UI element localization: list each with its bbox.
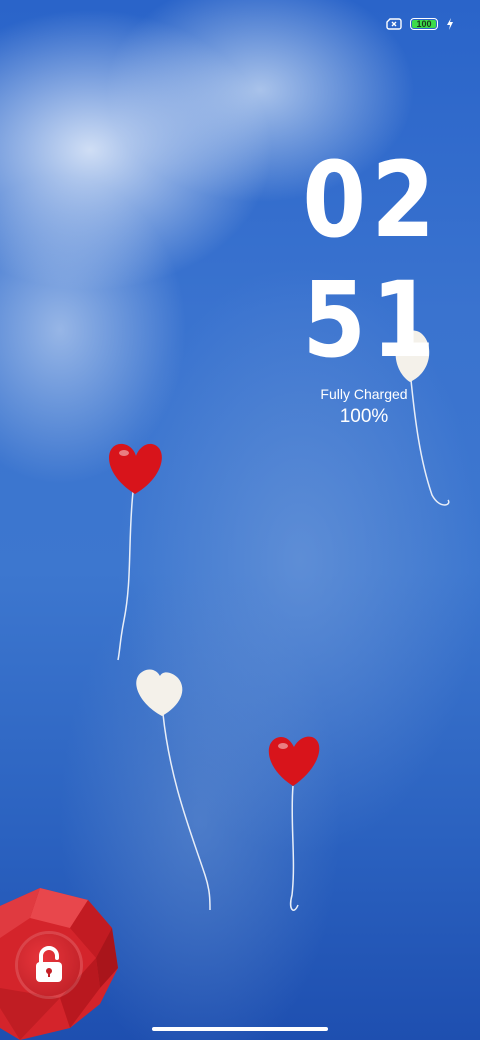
- home-indicator-bar[interactable]: [152, 1027, 328, 1031]
- unlock-icon: [36, 946, 62, 982]
- clock-hours: 02: [302, 139, 441, 261]
- no-sim-icon: [386, 18, 402, 30]
- clock-minutes: 51: [302, 259, 441, 381]
- unlock-button[interactable]: [0, 888, 118, 1040]
- charging-percent: 100%: [339, 406, 389, 427]
- lockscreen-clock: 02 51: [302, 139, 441, 381]
- unlock-icon-circle: [18, 934, 80, 996]
- battery-indicator: 100: [410, 18, 438, 30]
- charging-status: Fully Charged: [320, 386, 408, 402]
- status-bar: 100: [386, 18, 454, 30]
- charging-bolt-icon: [447, 18, 453, 30]
- battery-level-text: 100: [416, 19, 432, 29]
